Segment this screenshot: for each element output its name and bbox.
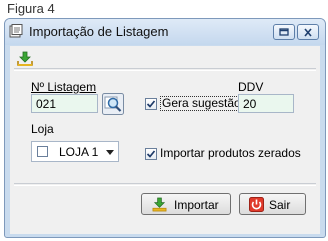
toolbar-divider <box>14 68 316 71</box>
dialog-window: Importação de Listagem Nº Listagem DDV 0… <box>4 18 326 238</box>
sair-label: Sair <box>269 198 291 212</box>
power-icon <box>249 197 264 212</box>
importar-zerados-checkbox[interactable] <box>145 148 157 160</box>
ddv-field[interactable]: 20 <box>238 94 294 113</box>
figure-caption: Figura 4 <box>7 1 55 16</box>
minimize-button[interactable] <box>273 24 295 40</box>
listagem-label: Nº Listagem <box>31 80 97 94</box>
loja-selected-value: LOJA 1 <box>59 145 99 159</box>
loja-select[interactable]: LOJA 1 <box>31 141 119 162</box>
importar-zerados-label[interactable]: Importar produtos zerados <box>160 146 301 160</box>
checkmark-icon <box>146 150 156 158</box>
loja-label: Loja <box>31 122 54 136</box>
gera-sugestao-label[interactable]: Gera sugestão <box>160 96 243 111</box>
window-app-icon <box>9 24 23 38</box>
checkmark-icon <box>146 100 156 108</box>
form-divider <box>14 183 316 186</box>
gera-sugestao-checkbox[interactable] <box>145 98 157 110</box>
dialog-content: Nº Listagem DDV 021 Gera sugestão 20 Loj… <box>10 46 320 234</box>
listagem-field[interactable]: 021 <box>31 94 98 113</box>
download-icon[interactable] <box>17 51 33 67</box>
ddv-label: DDV <box>238 80 264 94</box>
window-title: Importação de Listagem <box>29 24 169 39</box>
loja-checkbox[interactable] <box>37 146 48 157</box>
close-button[interactable] <box>297 24 319 40</box>
importar-label: Importar <box>174 198 219 212</box>
download-icon <box>152 197 167 212</box>
title-bar[interactable]: Importação de Listagem <box>5 19 325 45</box>
importar-button[interactable]: Importar <box>141 193 231 215</box>
chevron-down-icon <box>106 150 114 155</box>
minimize-icon <box>279 28 289 36</box>
sair-button[interactable]: Sair <box>239 193 306 215</box>
magnifier-icon[interactable] <box>102 93 124 115</box>
close-icon <box>304 28 312 37</box>
